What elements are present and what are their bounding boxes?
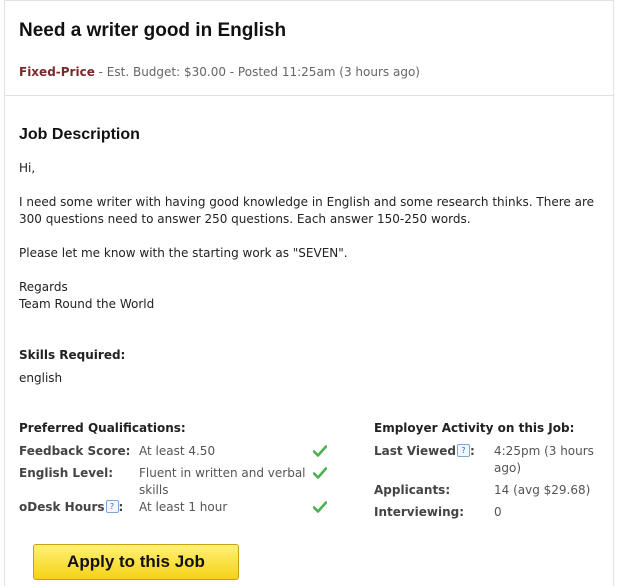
english-check-icon [313, 467, 327, 479]
english-level-label: English Level: [19, 466, 114, 480]
last-viewed-help-icon[interactable]: ? [456, 444, 470, 457]
odesk-hours-value: At least 1 hour [139, 500, 228, 514]
job-description: Hi, I need some writer with having good … [19, 160, 599, 313]
feedback-check-icon [313, 445, 327, 457]
description-request: Please let me know with the starting wor… [19, 246, 348, 260]
job-meta-text: - Est. Budget: $30.00 - Posted 11:25am (… [94, 65, 420, 79]
last-viewed-label: Last Viewed?: [374, 444, 475, 458]
description-greeting: Hi, [19, 161, 36, 175]
employer-activity-heading: Employer Activity on this Job: [374, 421, 575, 435]
job-title: Need a writer good in English [19, 20, 287, 41]
description-signature: Team Round the World [19, 297, 155, 311]
applicants-value: 14 (avg $29.68) [494, 483, 591, 497]
job-meta: Fixed-Price - Est. Budget: $30.00 - Post… [19, 65, 420, 79]
feedback-score-label: Feedback Score: [19, 444, 131, 458]
last-viewed-value: 4:25pm (3 hours ago) [494, 444, 594, 475]
interviewing-label: Interviewing: [374, 505, 465, 519]
apply-button[interactable]: Apply to this Job [33, 544, 239, 580]
feedback-score-value: At least 4.50 [139, 444, 216, 458]
applicants-label: Applicants: [374, 483, 451, 497]
job-header: Need a writer good in English [19, 20, 609, 42]
interviewing-value: 0 [494, 505, 502, 519]
odesk-hours-label: oDesk Hours?: [19, 500, 124, 514]
preferred-qualifications-heading: Preferred Qualifications: [19, 421, 186, 435]
skill-english[interactable]: english [19, 371, 62, 385]
description-heading: Job Description [19, 126, 140, 143]
odesk-hours-check-icon [313, 501, 327, 513]
description-regards: Regards [19, 280, 68, 294]
english-level-value: Fluent in written and verbal skills [139, 466, 306, 497]
odesk-hours-help-icon[interactable]: ? [105, 500, 119, 513]
description-body: I need some writer with having good know… [19, 195, 595, 226]
skills-heading: Skills Required: [19, 348, 126, 362]
divider [4, 95, 614, 96]
price-type: Fixed-Price [19, 65, 95, 79]
